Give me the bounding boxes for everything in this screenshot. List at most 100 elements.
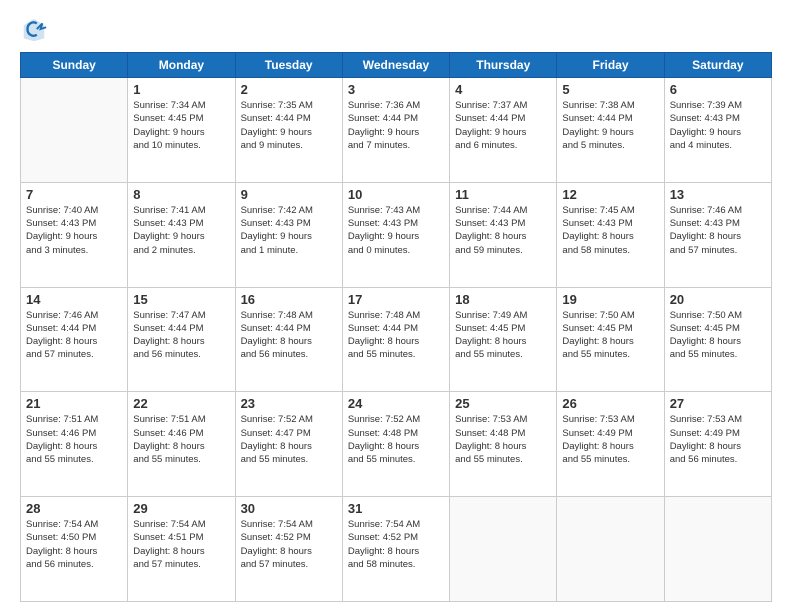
day-cell: 5 Sunrise: 7:38 AM Sunset: 4:44 PM Daylig… — [557, 78, 664, 183]
day-cell: 1 Sunrise: 7:34 AM Sunset: 4:45 PM Daylig… — [128, 78, 235, 183]
day-number: 5 — [562, 82, 658, 97]
day-cell: 18 Sunrise: 7:49 AM Sunset: 4:45 PM Dayli… — [450, 287, 557, 392]
day-number: 19 — [562, 292, 658, 307]
day-number: 1 — [133, 82, 229, 97]
day-cell: 26 Sunrise: 7:53 AM Sunset: 4:49 PM Dayli… — [557, 392, 664, 497]
week-row-1: 7Sunrise: 7:40 AM Sunset: 4:43 PM Daylig… — [21, 182, 772, 287]
day-info: Sunrise: 7:52 AM Sunset: 4:47 PM Dayligh… — [241, 413, 337, 466]
day-header-sunday: Sunday — [21, 53, 128, 78]
day-cell: 2Sunrise: 7:35 AM Sunset: 4:44 PM Daylig… — [235, 78, 342, 183]
day-cell: 12 Sunrise: 7:45 AM Sunset: 4:43 PM Dayli… — [557, 182, 664, 287]
day-cell: 11 Sunrise: 7:44 AM Sunset: 4:43 PM Dayli… — [450, 182, 557, 287]
logo — [20, 16, 52, 44]
day-info: Sunrise: 7:50 AM Sunset: 4:45 PM Dayligh… — [670, 309, 766, 362]
day-cell — [450, 497, 557, 602]
day-cell: 6 Sunrise: 7:39 AM Sunset: 4:43 PM Daylig… — [664, 78, 771, 183]
day-number: 27 — [670, 396, 766, 411]
day-number: 28 — [26, 501, 122, 516]
day-info: Sunrise: 7:51 AM Sunset: 4:46 PM Dayligh… — [133, 413, 229, 466]
day-cell: 20 Sunrise: 7:50 AM Sunset: 4:45 PM Dayli… — [664, 287, 771, 392]
day-number: 23 — [241, 396, 337, 411]
day-number: 21 — [26, 396, 122, 411]
page: SundayMondayTuesdayWednesdayThursdayFrid… — [0, 0, 792, 612]
week-row-4: 28 Sunrise: 7:54 AM Sunset: 4:50 PM Dayli… — [21, 497, 772, 602]
day-info: Sunrise: 7:53 AM Sunset: 4:49 PM Dayligh… — [562, 413, 658, 466]
day-number: 12 — [562, 187, 658, 202]
day-number: 18 — [455, 292, 551, 307]
day-number: 25 — [455, 396, 551, 411]
day-cell: 16 Sunrise: 7:48 AM Sunset: 4:44 PM Dayli… — [235, 287, 342, 392]
day-cell: 24Sunrise: 7:52 AM Sunset: 4:48 PM Dayli… — [342, 392, 449, 497]
day-info: Sunrise: 7:38 AM Sunset: 4:44 PM Dayligh… — [562, 99, 658, 152]
day-number: 22 — [133, 396, 229, 411]
day-number: 30 — [241, 501, 337, 516]
day-number: 31 — [348, 501, 444, 516]
day-info: Sunrise: 7:37 AM Sunset: 4:44 PM Dayligh… — [455, 99, 551, 152]
day-info: Sunrise: 7:50 AM Sunset: 4:45 PM Dayligh… — [562, 309, 658, 362]
day-cell: 29 Sunrise: 7:54 AM Sunset: 4:51 PM Dayli… — [128, 497, 235, 602]
day-info: Sunrise: 7:54 AM Sunset: 4:52 PM Dayligh… — [241, 518, 337, 571]
day-info: Sunrise: 7:52 AM Sunset: 4:48 PM Dayligh… — [348, 413, 444, 466]
day-info: Sunrise: 7:42 AM Sunset: 4:43 PM Dayligh… — [241, 204, 337, 257]
day-info: Sunrise: 7:44 AM Sunset: 4:43 PM Dayligh… — [455, 204, 551, 257]
day-number: 6 — [670, 82, 766, 97]
logo-icon — [20, 16, 48, 44]
day-info: Sunrise: 7:40 AM Sunset: 4:43 PM Dayligh… — [26, 204, 122, 257]
day-info: Sunrise: 7:48 AM Sunset: 4:44 PM Dayligh… — [241, 309, 337, 362]
day-info: Sunrise: 7:49 AM Sunset: 4:45 PM Dayligh… — [455, 309, 551, 362]
day-cell: 8Sunrise: 7:41 AM Sunset: 4:43 PM Daylig… — [128, 182, 235, 287]
day-cell: 7Sunrise: 7:40 AM Sunset: 4:43 PM Daylig… — [21, 182, 128, 287]
day-cell: 25 Sunrise: 7:53 AM Sunset: 4:48 PM Dayli… — [450, 392, 557, 497]
day-cell: 23 Sunrise: 7:52 AM Sunset: 4:47 PM Dayli… — [235, 392, 342, 497]
day-info: Sunrise: 7:54 AM Sunset: 4:50 PM Dayligh… — [26, 518, 122, 571]
day-info: Sunrise: 7:53 AM Sunset: 4:49 PM Dayligh… — [670, 413, 766, 466]
day-cell: 10Sunrise: 7:43 AM Sunset: 4:43 PM Dayli… — [342, 182, 449, 287]
day-number: 26 — [562, 396, 658, 411]
header — [20, 16, 772, 44]
week-row-0: 1 Sunrise: 7:34 AM Sunset: 4:45 PM Daylig… — [21, 78, 772, 183]
day-info: Sunrise: 7:51 AM Sunset: 4:46 PM Dayligh… — [26, 413, 122, 466]
day-cell — [557, 497, 664, 602]
day-cell: 19 Sunrise: 7:50 AM Sunset: 4:45 PM Dayli… — [557, 287, 664, 392]
day-number: 29 — [133, 501, 229, 516]
day-header-saturday: Saturday — [664, 53, 771, 78]
day-cell: 13Sunrise: 7:46 AM Sunset: 4:43 PM Dayli… — [664, 182, 771, 287]
day-cell: 22 Sunrise: 7:51 AM Sunset: 4:46 PM Dayli… — [128, 392, 235, 497]
day-header-wednesday: Wednesday — [342, 53, 449, 78]
day-number: 16 — [241, 292, 337, 307]
day-cell: 4 Sunrise: 7:37 AM Sunset: 4:44 PM Daylig… — [450, 78, 557, 183]
day-info: Sunrise: 7:45 AM Sunset: 4:43 PM Dayligh… — [562, 204, 658, 257]
day-cell: 30 Sunrise: 7:54 AM Sunset: 4:52 PM Dayli… — [235, 497, 342, 602]
day-info: Sunrise: 7:35 AM Sunset: 4:44 PM Dayligh… — [241, 99, 337, 152]
day-header-tuesday: Tuesday — [235, 53, 342, 78]
day-number: 11 — [455, 187, 551, 202]
day-number: 17 — [348, 292, 444, 307]
day-info: Sunrise: 7:54 AM Sunset: 4:51 PM Dayligh… — [133, 518, 229, 571]
day-info: Sunrise: 7:47 AM Sunset: 4:44 PM Dayligh… — [133, 309, 229, 362]
day-number: 20 — [670, 292, 766, 307]
day-cell: 3Sunrise: 7:36 AM Sunset: 4:44 PM Daylig… — [342, 78, 449, 183]
day-header-friday: Friday — [557, 53, 664, 78]
day-number: 4 — [455, 82, 551, 97]
day-info: Sunrise: 7:39 AM Sunset: 4:43 PM Dayligh… — [670, 99, 766, 152]
day-cell — [664, 497, 771, 602]
day-info: Sunrise: 7:36 AM Sunset: 4:44 PM Dayligh… — [348, 99, 444, 152]
day-cell: 27 Sunrise: 7:53 AM Sunset: 4:49 PM Dayli… — [664, 392, 771, 497]
day-info: Sunrise: 7:34 AM Sunset: 4:45 PM Dayligh… — [133, 99, 229, 152]
day-info: Sunrise: 7:48 AM Sunset: 4:44 PM Dayligh… — [348, 309, 444, 362]
week-row-2: 14Sunrise: 7:46 AM Sunset: 4:44 PM Dayli… — [21, 287, 772, 392]
day-cell: 9 Sunrise: 7:42 AM Sunset: 4:43 PM Daylig… — [235, 182, 342, 287]
day-info: Sunrise: 7:53 AM Sunset: 4:48 PM Dayligh… — [455, 413, 551, 466]
day-number: 13 — [670, 187, 766, 202]
week-row-3: 21 Sunrise: 7:51 AM Sunset: 4:46 PM Dayli… — [21, 392, 772, 497]
calendar: SundayMondayTuesdayWednesdayThursdayFrid… — [20, 52, 772, 602]
day-cell: 15Sunrise: 7:47 AM Sunset: 4:44 PM Dayli… — [128, 287, 235, 392]
day-cell: 31Sunrise: 7:54 AM Sunset: 4:52 PM Dayli… — [342, 497, 449, 602]
day-header-thursday: Thursday — [450, 53, 557, 78]
day-number: 9 — [241, 187, 337, 202]
day-cell — [21, 78, 128, 183]
day-number: 10 — [348, 187, 444, 202]
day-cell: 17 Sunrise: 7:48 AM Sunset: 4:44 PM Dayli… — [342, 287, 449, 392]
day-header-monday: Monday — [128, 53, 235, 78]
day-cell: 14Sunrise: 7:46 AM Sunset: 4:44 PM Dayli… — [21, 287, 128, 392]
